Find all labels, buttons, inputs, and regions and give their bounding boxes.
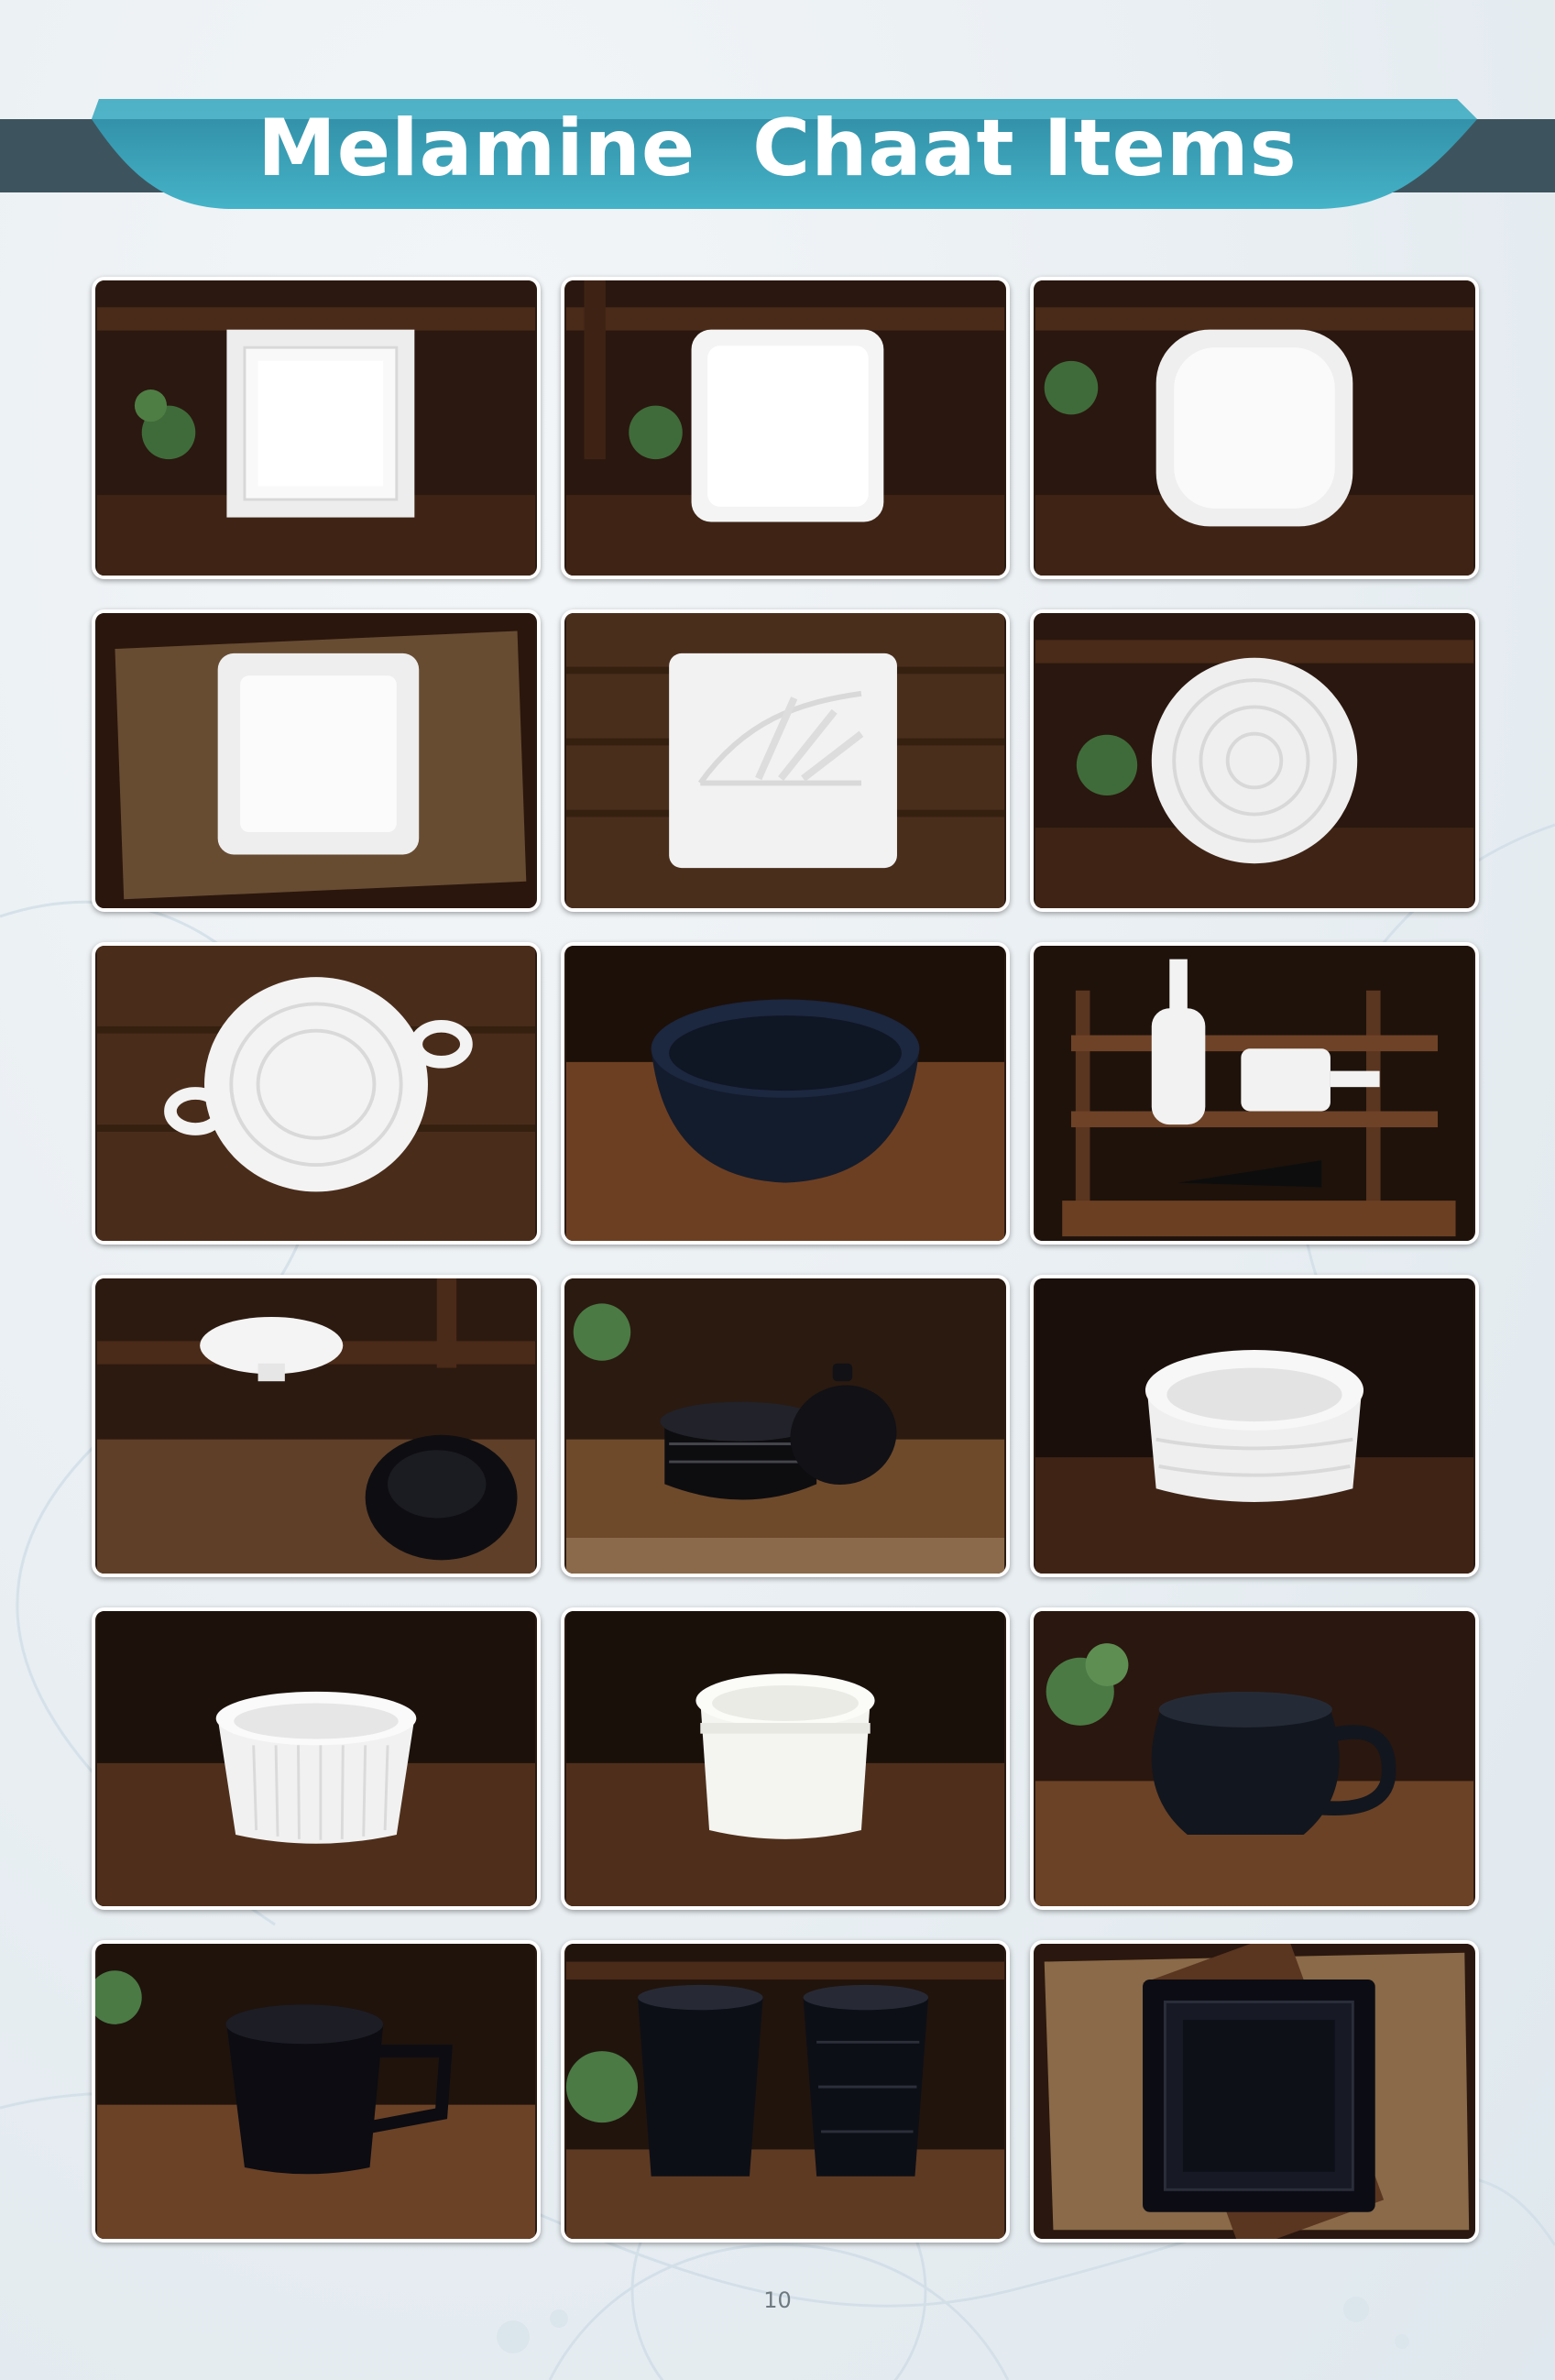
product-image-18 xyxy=(1030,1940,1479,2243)
product-image-15 xyxy=(1030,1607,1479,1910)
page-number: 10 xyxy=(763,2287,792,2313)
product-image-2 xyxy=(561,277,1010,579)
product-image-13 xyxy=(92,1607,541,1910)
product-image-6 xyxy=(1030,609,1479,912)
product-image-17 xyxy=(561,1940,1010,2243)
product-image-12 xyxy=(1030,1275,1479,1577)
product-image-7 xyxy=(92,942,541,1245)
product-image-4 xyxy=(92,609,541,912)
product-image-11 xyxy=(561,1275,1010,1577)
product-image-9 xyxy=(1030,942,1479,1245)
product-image-10 xyxy=(92,1275,541,1577)
product-image-8 xyxy=(561,942,1010,1245)
product-image-5 xyxy=(561,609,1010,912)
product-grid xyxy=(92,277,1479,2243)
product-image-16 xyxy=(92,1940,541,2243)
product-image-14 xyxy=(561,1607,1010,1910)
product-image-1 xyxy=(92,277,541,579)
page-title: Melamine Chaat Items xyxy=(257,103,1298,194)
product-image-3 xyxy=(1030,277,1479,579)
